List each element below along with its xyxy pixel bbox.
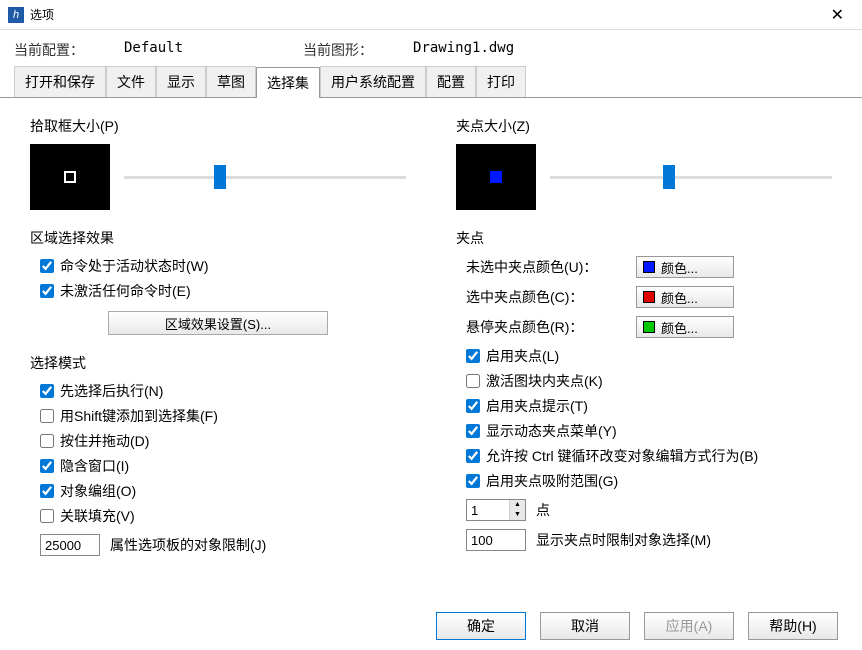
window-title: 选项: [30, 6, 821, 23]
tab-打印[interactable]: 打印: [476, 66, 526, 97]
close-icon[interactable]: ✕: [821, 1, 854, 29]
area-effect-settings-button[interactable]: 区域效果设置(S)...: [108, 311, 328, 335]
color-swatch-blue: [643, 261, 655, 273]
grip-limit-label: 显示夹点时限制对象选择(M): [536, 530, 711, 550]
check-ctrl-cycle[interactable]: 允许按 Ctrl 键循环改变对象编辑方式行为(B): [466, 446, 832, 466]
tab-用户系统配置[interactable]: 用户系统配置: [320, 66, 426, 97]
snap-unit-label: 点: [536, 500, 550, 520]
pickbox-title: 拾取框大小(P): [30, 116, 406, 136]
tab-配置[interactable]: 配置: [426, 66, 476, 97]
check-preselect[interactable]: 先选择后执行(N): [40, 381, 406, 401]
check-implied-window[interactable]: 隐含窗口(I): [40, 456, 406, 476]
tab-选择集[interactable]: 选择集: [256, 67, 320, 98]
spinner-down-icon[interactable]: ▼: [509, 510, 525, 520]
drawing-label: 当前图形：: [303, 40, 373, 60]
cancel-button[interactable]: 取消: [540, 612, 630, 640]
selected-grip-label: 选中夹点颜色(C)：: [466, 287, 636, 307]
gripsize-slider[interactable]: [550, 167, 832, 187]
check-block-grips[interactable]: 激活图块内夹点(K): [466, 371, 832, 391]
check-assoc-hatch[interactable]: 关联填充(V): [40, 506, 406, 526]
color-swatch-green: [643, 321, 655, 333]
check-command-inactive[interactable]: 未激活任何命令时(E): [40, 281, 406, 301]
pickbox-slider[interactable]: [124, 167, 406, 187]
area-effect-title: 区域选择效果: [30, 228, 406, 248]
tab-草图[interactable]: 草图: [206, 66, 256, 97]
check-press-drag[interactable]: 按住并拖动(D): [40, 431, 406, 451]
tab-打开和保存[interactable]: 打开和保存: [14, 66, 106, 97]
property-limit-label: 属性选项板的对象限制(J): [110, 535, 266, 555]
grip-limit-input[interactable]: [466, 529, 526, 551]
spinner-up-icon[interactable]: ▲: [509, 500, 525, 510]
check-grip-tips[interactable]: 启用夹点提示(T): [466, 396, 832, 416]
selected-grip-color-button[interactable]: 颜色...: [636, 286, 734, 308]
app-icon: h: [8, 7, 24, 23]
help-button[interactable]: 帮助(H): [748, 612, 838, 640]
unselected-grip-color-button[interactable]: 颜色...: [636, 256, 734, 278]
apply-button[interactable]: 应用(A): [644, 612, 734, 640]
config-value: Default: [124, 40, 183, 60]
gripsize-title: 夹点大小(Z): [456, 116, 832, 136]
check-snap-range[interactable]: 启用夹点吸附范围(G): [466, 471, 832, 491]
property-limit-input[interactable]: [40, 534, 100, 556]
hover-grip-label: 悬停夹点颜色(R)：: [466, 317, 636, 337]
gripsize-preview: [456, 144, 536, 210]
drawing-value: Drawing1.dwg: [413, 40, 514, 60]
check-enable-grips[interactable]: 启用夹点(L): [466, 346, 832, 366]
check-shift-add[interactable]: 用Shift键添加到选择集(F): [40, 406, 406, 426]
unselected-grip-label: 未选中夹点颜色(U)：: [466, 257, 636, 277]
tab-文件[interactable]: 文件: [106, 66, 156, 97]
color-swatch-red: [643, 291, 655, 303]
grips-title: 夹点: [456, 228, 832, 248]
select-mode-title: 选择模式: [30, 353, 406, 373]
hover-grip-color-button[interactable]: 颜色...: [636, 316, 734, 338]
check-dyn-menu[interactable]: 显示动态夹点菜单(Y): [466, 421, 832, 441]
config-label: 当前配置：: [14, 40, 84, 60]
check-command-active[interactable]: 命令处于活动状态时(W): [40, 256, 406, 276]
ok-button[interactable]: 确定: [436, 612, 526, 640]
pickbox-preview: [30, 144, 110, 210]
tab-显示[interactable]: 显示: [156, 66, 206, 97]
check-object-group[interactable]: 对象编组(O): [40, 481, 406, 501]
